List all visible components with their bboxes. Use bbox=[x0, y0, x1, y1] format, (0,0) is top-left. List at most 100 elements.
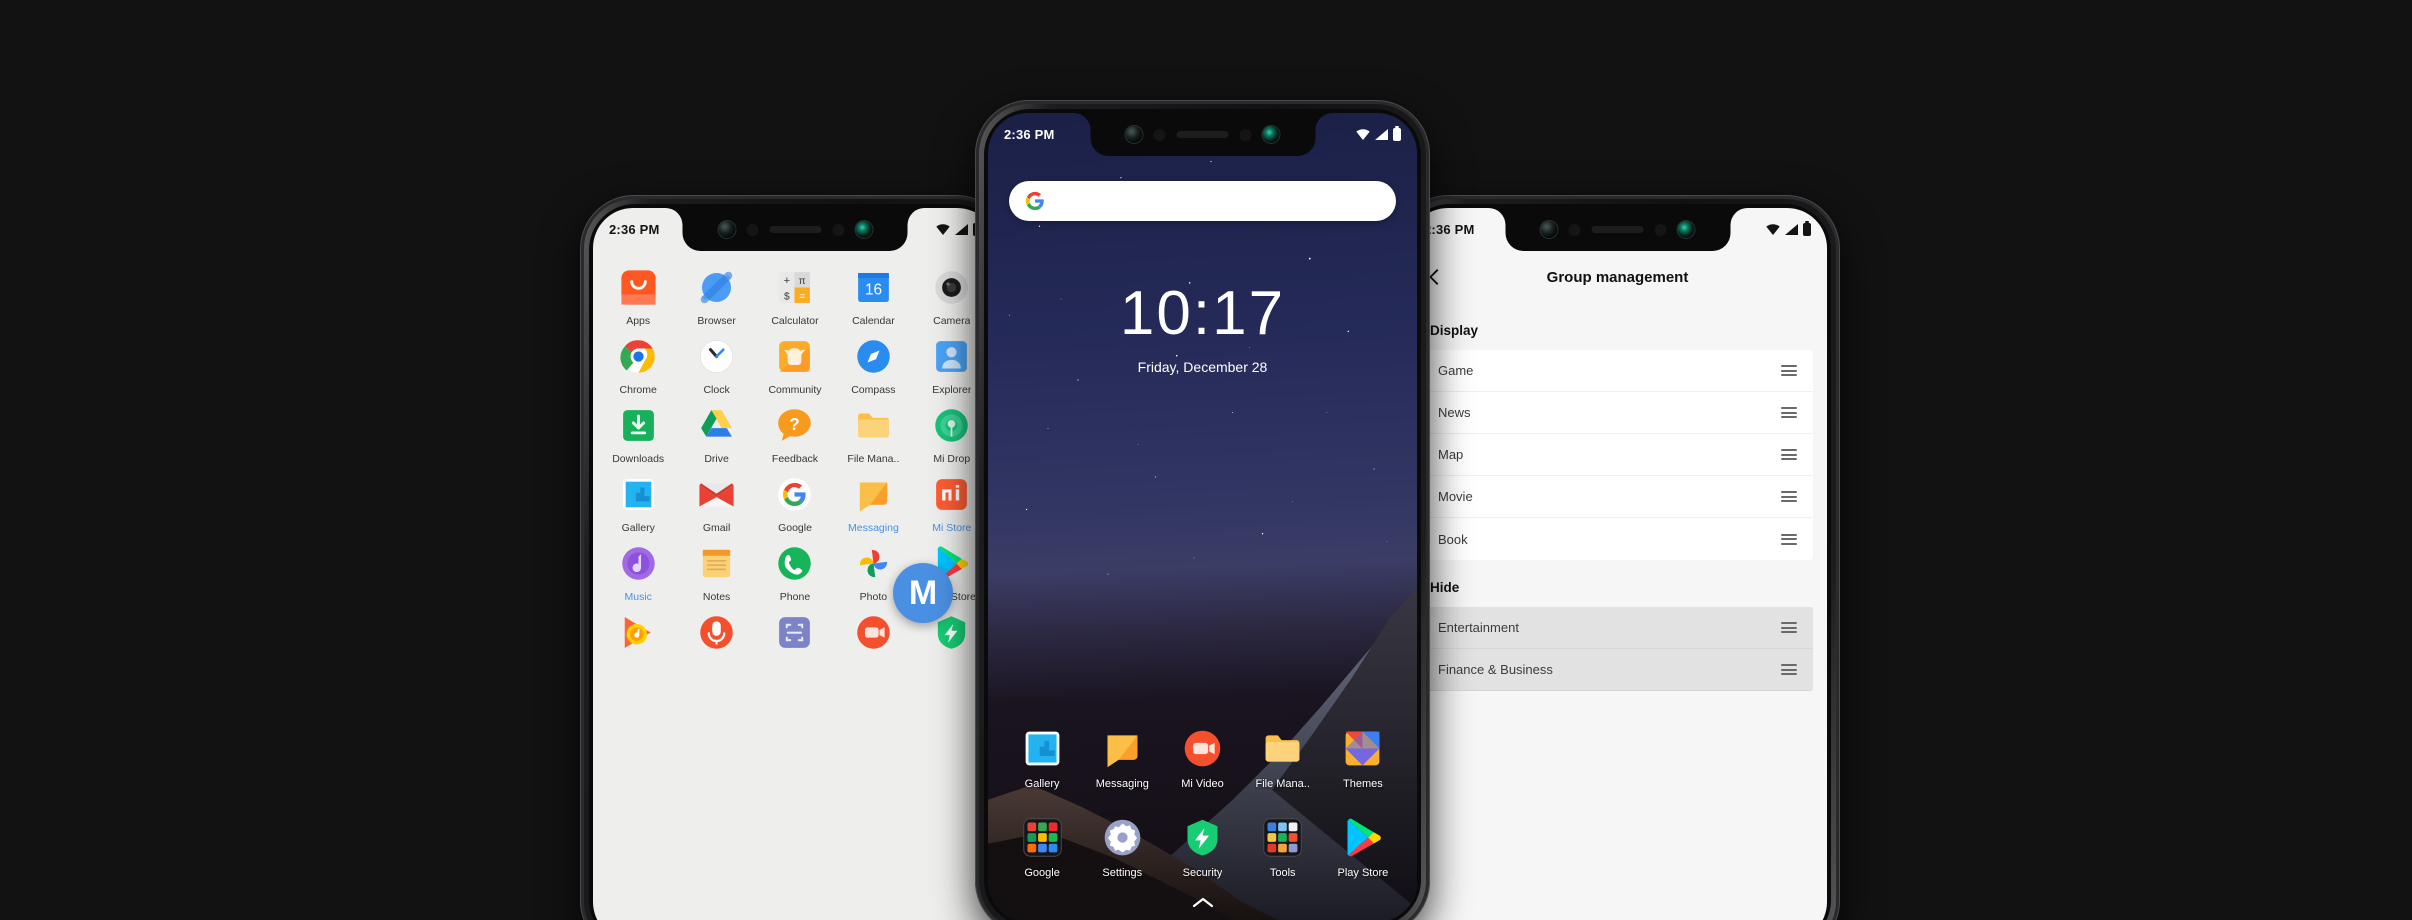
app-icon-cell[interactable] bbox=[834, 612, 912, 660]
photos-icon[interactable] bbox=[853, 543, 894, 584]
notes-icon[interactable] bbox=[696, 543, 737, 584]
app-icon-cell[interactable]: 16 Calendar bbox=[834, 267, 912, 327]
file-manager-icon[interactable] bbox=[853, 405, 894, 446]
group-list[interactable]: Entertainment Finance & Business bbox=[1422, 607, 1813, 691]
drag-handle-icon[interactable] bbox=[1781, 407, 1797, 418]
mi-video-icon[interactable] bbox=[1180, 726, 1225, 771]
group-row[interactable]: Finance & Business bbox=[1422, 649, 1813, 691]
clock-widget[interactable]: 10:17 Friday, December 28 bbox=[988, 283, 1417, 376]
dock[interactable]: Gallery Messaging Mi Video File Mana.. Theme… bbox=[988, 726, 1417, 879]
clock-icon[interactable] bbox=[696, 336, 737, 377]
app-icon-cell[interactable]: Compass bbox=[834, 336, 912, 396]
app-icon-cell[interactable]: Google bbox=[756, 474, 834, 534]
dock-row-primary[interactable]: Gallery Messaging Mi Video File Mana.. Theme… bbox=[1002, 726, 1403, 790]
browser-icon[interactable] bbox=[696, 267, 737, 308]
messaging-icon[interactable] bbox=[1100, 726, 1145, 771]
app-icon-cell[interactable]: Music bbox=[599, 543, 677, 603]
group-management-page[interactable]: Group management Display Game News Map Movie… bbox=[1408, 208, 1827, 920]
google-folder-icon[interactable] bbox=[1020, 815, 1065, 860]
group-row[interactable]: Map bbox=[1422, 434, 1813, 476]
recorder-icon[interactable] bbox=[696, 612, 737, 653]
app-icon-cell[interactable]: Gallery bbox=[599, 474, 677, 534]
music-icon[interactable] bbox=[618, 543, 659, 584]
gmail-icon[interactable] bbox=[696, 474, 737, 515]
app-icon-cell[interactable]: Clock bbox=[677, 336, 755, 396]
app-icon-cell[interactable]: Drive bbox=[677, 405, 755, 465]
group-row[interactable]: Movie bbox=[1422, 476, 1813, 518]
downloads-icon[interactable] bbox=[618, 405, 659, 446]
settings-icon[interactable] bbox=[1100, 815, 1145, 860]
app-icon-cell[interactable] bbox=[756, 612, 834, 660]
app-icon-cell[interactable]: ? Feedback bbox=[756, 405, 834, 465]
drag-badge[interactable]: M bbox=[893, 563, 953, 623]
drag-handle-icon[interactable] bbox=[1781, 622, 1797, 633]
security-icon[interactable] bbox=[1180, 815, 1225, 860]
calculator-icon[interactable]: + π $ = bbox=[774, 267, 815, 308]
dock-icon-cell[interactable]: Google bbox=[1002, 815, 1082, 879]
mi-video-icon[interactable] bbox=[853, 612, 894, 653]
tools-folder-icon[interactable] bbox=[1260, 815, 1305, 860]
drag-handle-icon[interactable] bbox=[1781, 365, 1797, 376]
google-icon[interactable] bbox=[774, 474, 815, 515]
group-row[interactable]: Game bbox=[1422, 350, 1813, 392]
dock-icon-cell[interactable]: Themes bbox=[1323, 726, 1403, 790]
dock-icon-cell[interactable]: Tools bbox=[1243, 815, 1323, 879]
app-icon-cell[interactable] bbox=[677, 612, 755, 660]
app-icon-cell[interactable]: Downloads bbox=[599, 405, 677, 465]
app-icon-cell[interactable]: Messaging bbox=[834, 474, 912, 534]
themes-icon[interactable] bbox=[1340, 726, 1385, 771]
dock-icon-cell[interactable]: Messaging bbox=[1082, 726, 1162, 790]
drive-icon[interactable] bbox=[696, 405, 737, 446]
explorer-icon[interactable] bbox=[931, 336, 972, 377]
mi-drop-icon[interactable] bbox=[931, 405, 972, 446]
dock-icon-cell[interactable]: Gallery bbox=[1002, 726, 1082, 790]
apps-store-icon[interactable] bbox=[618, 267, 659, 308]
app-icon-cell[interactable]: File Mana.. bbox=[834, 405, 912, 465]
group-management-screen[interactable]: Group management Display Game News Map Movie… bbox=[1408, 208, 1827, 920]
app-icon-cell[interactable]: Apps bbox=[599, 267, 677, 327]
app-icon-cell[interactable]: Community bbox=[756, 336, 834, 396]
app-icon-cell[interactable]: Phone bbox=[756, 543, 834, 603]
community-icon[interactable] bbox=[774, 336, 815, 377]
scanner-icon[interactable] bbox=[774, 612, 815, 653]
app-icon-cell[interactable]: Gmail bbox=[677, 474, 755, 534]
phone-icon[interactable] bbox=[774, 543, 815, 584]
dock-row-secondary[interactable]: Google Settings Security Tools Play Store bbox=[1002, 815, 1403, 879]
home-screen[interactable]: 10:17 Friday, December 28 Gallery Messagi… bbox=[988, 113, 1417, 920]
dock-icon-cell[interactable]: Play Store bbox=[1323, 815, 1403, 879]
app-icon-cell[interactable]: Browser bbox=[677, 267, 755, 327]
camera-icon[interactable] bbox=[931, 267, 972, 308]
dock-icon-cell[interactable]: File Mana.. bbox=[1243, 726, 1323, 790]
play-music-icon[interactable] bbox=[618, 612, 659, 653]
drag-handle-icon[interactable] bbox=[1781, 533, 1797, 545]
group-row[interactable]: Entertainment bbox=[1422, 607, 1813, 649]
google-search-bar[interactable] bbox=[1009, 181, 1396, 221]
app-drawer-screen[interactable]: Apps Browser + π $ = Calculator 16 Calendar Camer… bbox=[593, 208, 997, 920]
group-sections[interactable]: Display Game News Map Movie Book Hide Entertain… bbox=[1408, 303, 1827, 691]
chevron-up-icon[interactable] bbox=[1192, 896, 1214, 908]
play-store-icon[interactable] bbox=[1340, 815, 1385, 860]
app-icon-cell[interactable]: Chrome bbox=[599, 336, 677, 396]
calendar-icon[interactable]: 16 bbox=[853, 267, 894, 308]
mi-store-icon[interactable] bbox=[931, 474, 972, 515]
dock-icon-cell[interactable]: Security bbox=[1162, 815, 1242, 879]
drag-handle-icon[interactable] bbox=[1781, 664, 1797, 675]
file-manager-icon[interactable] bbox=[1260, 726, 1305, 771]
chrome-icon[interactable] bbox=[618, 336, 659, 377]
messaging-icon[interactable] bbox=[853, 474, 894, 515]
app-icon-cell[interactable]: + π $ = Calculator bbox=[756, 267, 834, 327]
group-row[interactable]: Book bbox=[1422, 518, 1813, 560]
dock-icon-cell[interactable]: Settings bbox=[1082, 815, 1162, 879]
gallery-icon[interactable] bbox=[618, 474, 659, 515]
group-row[interactable]: News bbox=[1422, 392, 1813, 434]
app-icon-cell[interactable]: Notes bbox=[677, 543, 755, 603]
feedback-icon[interactable]: ? bbox=[774, 405, 815, 446]
app-drawer[interactable]: Apps Browser + π $ = Calculator 16 Calendar Camer… bbox=[593, 208, 997, 920]
drag-handle-icon[interactable] bbox=[1781, 491, 1797, 502]
group-list[interactable]: Game News Map Movie Book bbox=[1422, 350, 1813, 560]
app-icon-cell[interactable] bbox=[599, 612, 677, 660]
dock-icon-cell[interactable]: Mi Video bbox=[1162, 726, 1242, 790]
gallery-icon[interactable] bbox=[1020, 726, 1065, 771]
compass-icon[interactable] bbox=[853, 336, 894, 377]
drag-handle-icon[interactable] bbox=[1781, 449, 1797, 460]
